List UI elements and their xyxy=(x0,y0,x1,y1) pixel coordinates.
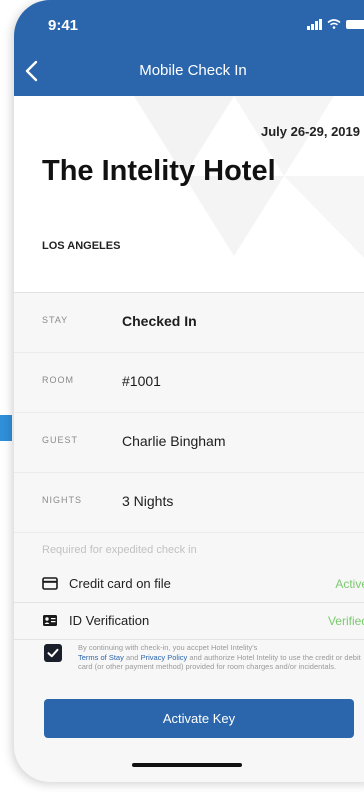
wifi-icon xyxy=(327,19,341,29)
detail-value: #1001 xyxy=(122,373,161,389)
detail-row-stay: STAY Checked In xyxy=(14,293,364,353)
signal-icon xyxy=(307,18,322,30)
status-icons xyxy=(307,18,364,30)
detail-label: ROOM xyxy=(42,375,74,385)
status-time: 9:41 xyxy=(48,17,79,34)
page-title: Mobile Check In xyxy=(139,62,247,79)
requirement-label: Credit card on file xyxy=(69,576,171,591)
detail-label: NIGHTS xyxy=(42,495,83,505)
requirements-heading: Required for expedited check in xyxy=(42,544,197,556)
credit-card-icon xyxy=(42,577,58,590)
hotel-hero: July 26-29, 2019 The Intelity Hotel LOS … xyxy=(14,96,364,292)
consent-checkbox[interactable] xyxy=(44,644,62,662)
hotel-name: The Intelity Hotel xyxy=(42,155,276,187)
detail-label: GUEST xyxy=(42,435,79,445)
status-badge: Active xyxy=(335,577,364,591)
requirement-credit-card[interactable]: Credit card on file Active xyxy=(14,566,364,603)
activate-key-button[interactable]: Activate Key xyxy=(44,699,354,738)
decorative-accent-bar xyxy=(0,415,12,441)
stay-dates: July 26-29, 2019 xyxy=(260,124,360,139)
detail-row-guest: GUEST Charlie Bingham xyxy=(14,413,364,473)
id-card-icon xyxy=(43,615,57,626)
detail-value: Checked In xyxy=(122,313,197,329)
header-bar: 9:41 Mobile Check In xyxy=(14,0,364,96)
checkmark-icon xyxy=(47,648,59,658)
consent-text-and: and xyxy=(125,652,139,662)
consent-text: By continuing with check-in, you accpet … xyxy=(78,643,364,672)
phone-screen: 9:41 Mobile Check In July 26-29, 2019 Th… xyxy=(14,0,364,782)
hotel-city: LOS ANGELES xyxy=(42,240,121,252)
detail-value: 3 Nights xyxy=(122,493,174,509)
status-badge: Verified xyxy=(327,614,364,628)
home-indicator xyxy=(132,763,242,767)
detail-label: STAY xyxy=(42,315,69,325)
terms-of-stay-link[interactable]: Terms of Stay xyxy=(78,653,124,662)
consent-text-intro: By continuing with check-in, you accpet … xyxy=(78,643,258,652)
requirement-label: ID Verification xyxy=(69,613,150,628)
battery-icon xyxy=(346,19,364,29)
requirement-id-verification[interactable]: ID Verification Verified xyxy=(14,603,364,640)
privacy-policy-link[interactable]: Privacy Policy xyxy=(141,653,188,662)
detail-value: Charlie Bingham xyxy=(122,433,226,449)
detail-row-nights: NIGHTS 3 Nights xyxy=(14,473,364,533)
detail-row-room: ROOM #1001 xyxy=(14,353,364,413)
